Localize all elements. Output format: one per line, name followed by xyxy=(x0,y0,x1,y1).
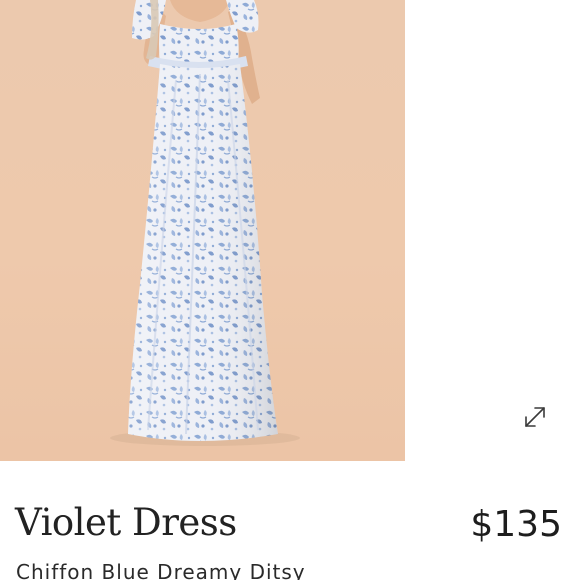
product-name: Violet Dress xyxy=(15,501,237,544)
product-price: $135 xyxy=(470,504,562,545)
expand-image-button[interactable] xyxy=(514,396,556,438)
product-variant: Chiffon Blue Dreamy Ditsy xyxy=(16,560,306,580)
expand-arrows-icon xyxy=(525,407,545,427)
product-image[interactable] xyxy=(0,0,405,461)
product-card: Violet Dress $135 Chiffon Blue Dreamy Di… xyxy=(0,0,580,580)
